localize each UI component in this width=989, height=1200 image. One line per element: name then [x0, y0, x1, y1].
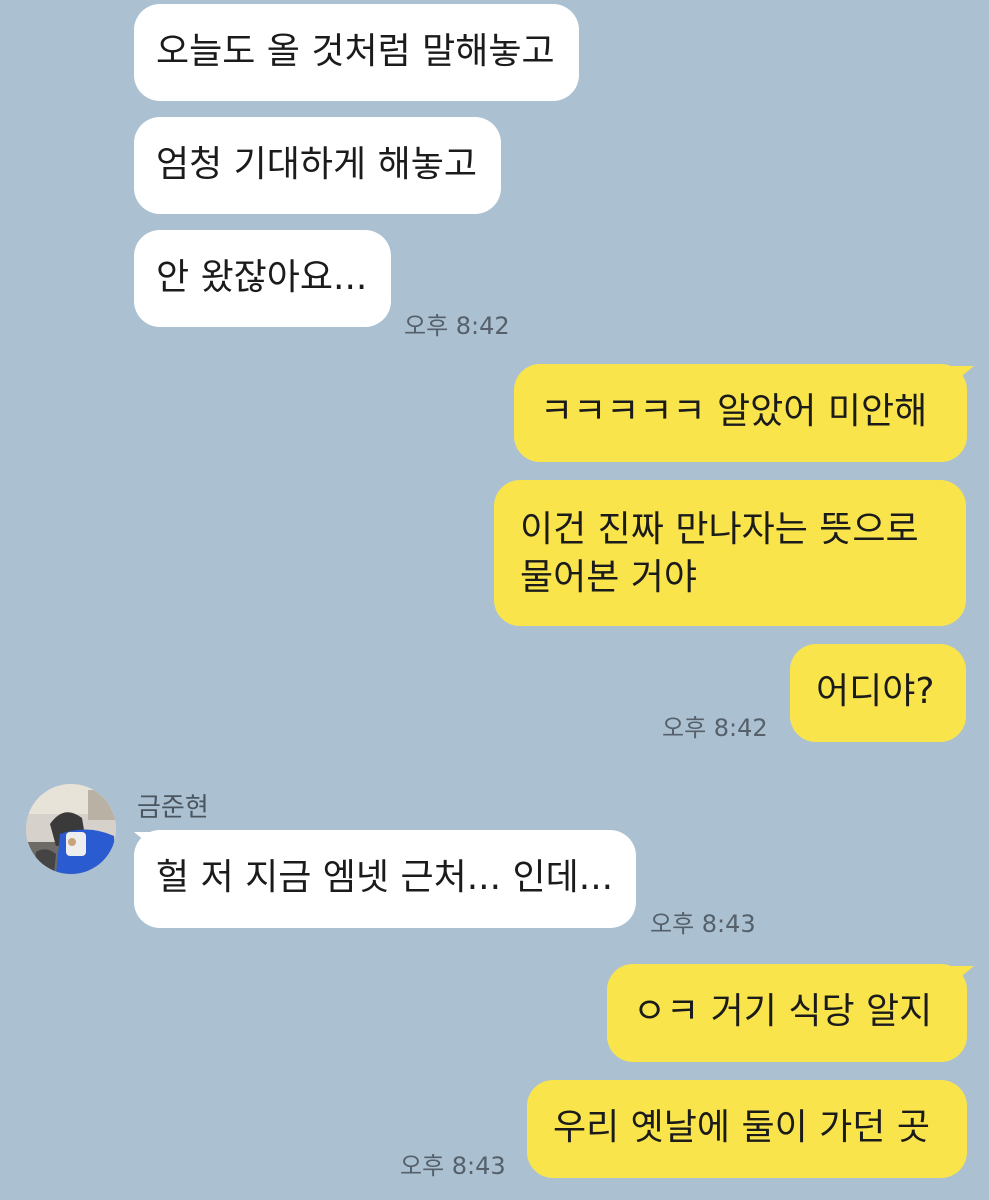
- message-bubble-outgoing[interactable]: 이건 진짜 만나자는 뜻으로 물어본 거야: [494, 480, 966, 626]
- message-timestamp: 오후 8:42: [404, 312, 510, 340]
- chat-area[interactable]: 오늘도 올 것처럼 말해놓고 엄청 기대하게 해놓고 안 왔잖아요... 오후 …: [0, 0, 989, 1200]
- message-text: 오늘도 올 것처럼 말해놓고: [156, 31, 555, 72]
- message-text: 엄청 기대하게 해놓고: [156, 144, 477, 185]
- contact-avatar[interactable]: [26, 784, 116, 874]
- message-timestamp: 오후 8:43: [400, 1152, 506, 1180]
- message-timestamp: 오후 8:43: [650, 910, 756, 938]
- message-timestamp: 오후 8:42: [662, 714, 768, 742]
- message-bubble-outgoing[interactable]: ㅋㅋㅋㅋㅋ 알았어 미안해: [514, 364, 967, 462]
- message-text: 어디야?: [816, 671, 935, 712]
- message-bubble-outgoing[interactable]: ㅇㅋ 거기 식당 알지: [607, 964, 967, 1062]
- message-bubble-incoming[interactable]: 엄청 기대하게 해놓고: [134, 117, 501, 214]
- message-text: ㅋㅋㅋㅋㅋ 알았어 미안해: [540, 391, 928, 432]
- message-bubble-incoming[interactable]: 안 왔잖아요...: [134, 230, 392, 327]
- message-text: 헐 저 지금 엠넷 근처... 인데...: [156, 857, 614, 898]
- message-text: 이건 진짜 만나자는 뜻으로 물어본 거야: [520, 509, 919, 598]
- message-bubble-outgoing[interactable]: 우리 옛날에 둘이 가던 곳: [527, 1080, 967, 1178]
- message-text: ㅇㅋ 거기 식당 알지: [633, 991, 933, 1032]
- avatar-photo-icon: [26, 784, 116, 874]
- message-bubble-outgoing[interactable]: 어디야?: [790, 644, 966, 742]
- message-text: 우리 옛날에 둘이 가던 곳: [553, 1107, 930, 1148]
- message-bubble-incoming[interactable]: 오늘도 올 것처럼 말해놓고: [134, 4, 579, 101]
- message-bubble-incoming[interactable]: 헐 저 지금 엠넷 근처... 인데...: [134, 830, 636, 928]
- sender-name: 금준현: [137, 793, 209, 823]
- message-text: 안 왔잖아요...: [156, 257, 368, 298]
